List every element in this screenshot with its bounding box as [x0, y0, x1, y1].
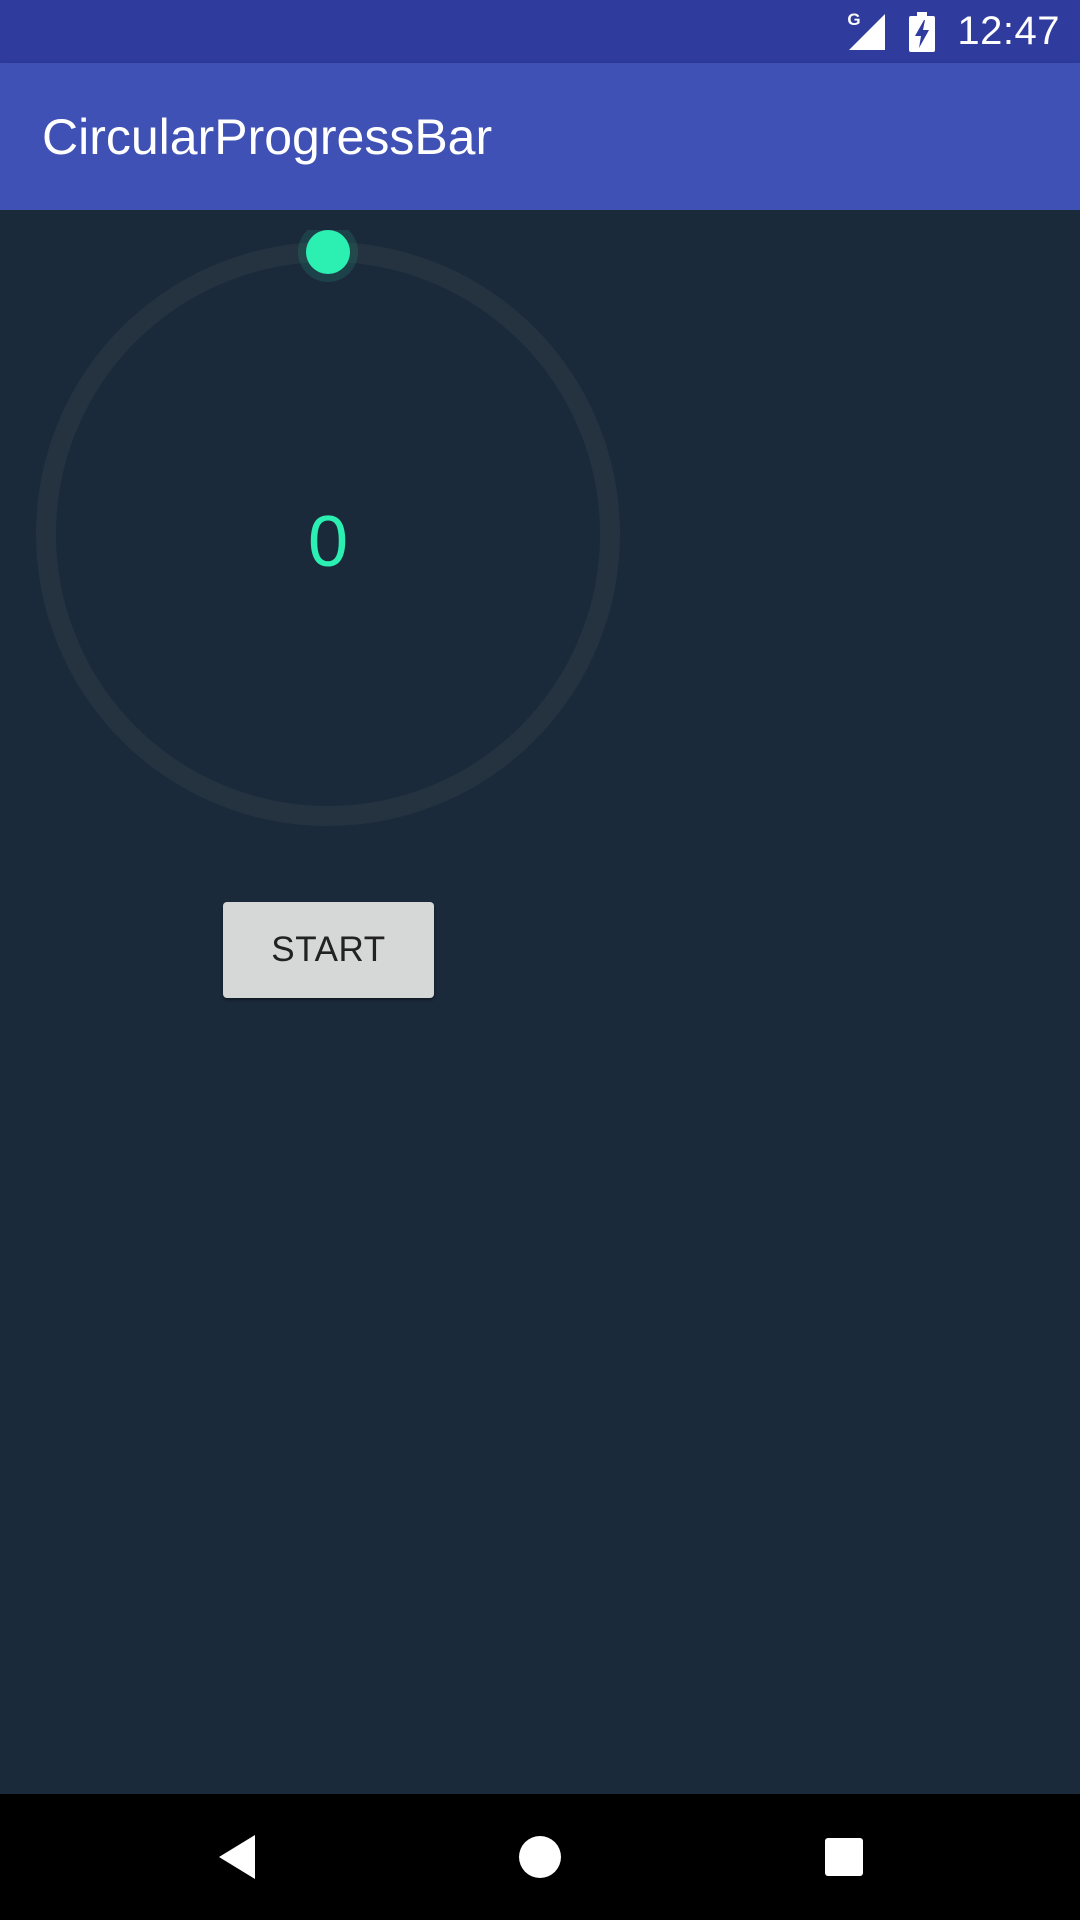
start-button[interactable]: START [223, 902, 434, 998]
navigation-bar [0, 1794, 1080, 1920]
recents-icon [825, 1838, 863, 1876]
main-content: 0 START [0, 210, 1080, 1794]
battery-charging-icon [909, 11, 936, 52]
recents-button[interactable] [814, 1827, 874, 1887]
status-icons: G 12:47 [847, 0, 1060, 63]
network-type-label: G [847, 9, 861, 29]
back-button[interactable] [207, 1827, 267, 1887]
back-icon [219, 1835, 255, 1879]
progress-value: 0 [307, 502, 349, 582]
app-bar: CircularProgressBar [0, 63, 1080, 210]
status-clock: 12:47 [957, 9, 1060, 53]
app-title: CircularProgressBar [42, 108, 493, 165]
status-bar: G 12:47 [0, 0, 1080, 63]
signal-icon: G [847, 9, 887, 52]
home-icon [519, 1836, 561, 1878]
home-button[interactable] [510, 1827, 570, 1887]
progress-indicator-dot [306, 230, 350, 274]
